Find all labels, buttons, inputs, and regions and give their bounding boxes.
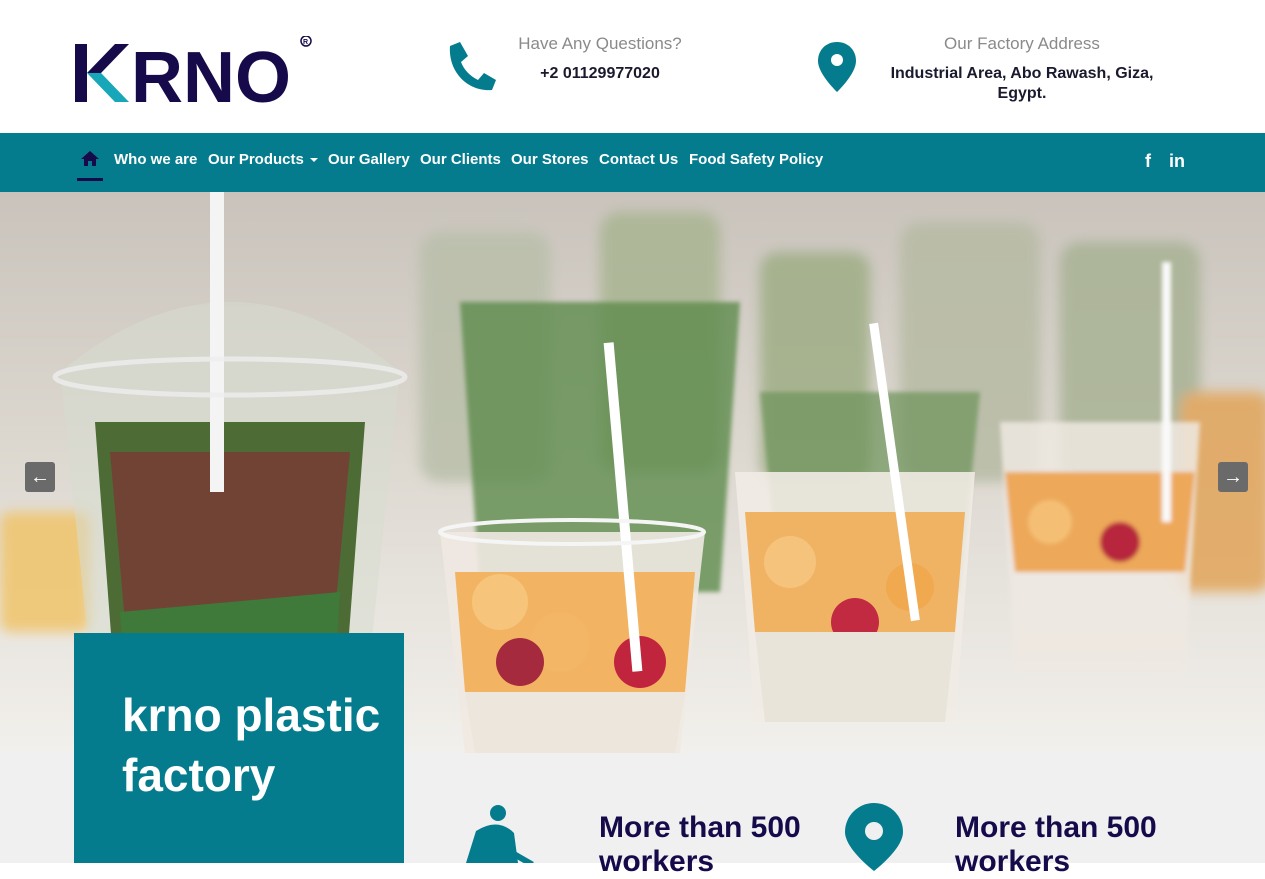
site-header: RNO R Have Any Questions? +2 01129977020…	[0, 0, 1265, 133]
hero-title: krno plastic factory	[122, 689, 381, 801]
krno-logo[interactable]: RNO R	[73, 36, 323, 106]
questions-label: Have Any Questions?	[518, 34, 682, 53]
svg-text:R: R	[303, 39, 308, 46]
worker-icon	[466, 805, 534, 863]
nav-our-clients[interactable]: Our Clients	[420, 151, 501, 169]
address-label: Our Factory Address	[944, 34, 1100, 53]
linkedin-icon[interactable]: in	[1169, 151, 1185, 171]
questions-block: Have Any Questions? +2 01129977020	[505, 34, 695, 84]
factory-address: Industrial Area, Abo Rawash, Giza, Egypt…	[890, 65, 1154, 102]
phone-number[interactable]: +2 01129977020	[505, 64, 695, 84]
nav-our-stores[interactable]: Our Stores	[511, 151, 589, 169]
nav-our-products[interactable]: Our Products	[208, 151, 318, 169]
main-nav: Who we are Our Products Our Gallery Our …	[0, 133, 1265, 192]
stat-workers-1: More than 500 workers	[599, 811, 801, 878]
nav-food-safety-policy[interactable]: Food Safety Policy	[689, 151, 823, 169]
location-pin-icon	[818, 42, 856, 92]
location-pin-icon	[845, 803, 903, 871]
slider-prev-button[interactable]: ←	[25, 462, 55, 492]
slider-next-button[interactable]: →	[1218, 462, 1248, 492]
nav-contact-us[interactable]: Contact Us	[599, 151, 678, 169]
nav-our-gallery[interactable]: Our Gallery	[328, 151, 410, 169]
svg-text:RNO: RNO	[131, 38, 291, 106]
stat-workers-2: More than 500 workers	[955, 811, 1157, 878]
home-icon	[81, 151, 99, 166]
hero-title-box: krno plastic factory	[74, 633, 404, 863]
facebook-icon[interactable]: f	[1145, 151, 1151, 171]
active-indicator	[77, 178, 103, 181]
nav-who-we-are[interactable]: Who we are	[114, 151, 197, 169]
chevron-down-icon	[309, 158, 318, 163]
phone-icon	[449, 42, 496, 91]
nav-our-products-label: Our Products	[208, 151, 304, 168]
address-block: Our Factory Address Industrial Area, Abo…	[866, 34, 1178, 104]
home-link[interactable]	[77, 147, 103, 181]
